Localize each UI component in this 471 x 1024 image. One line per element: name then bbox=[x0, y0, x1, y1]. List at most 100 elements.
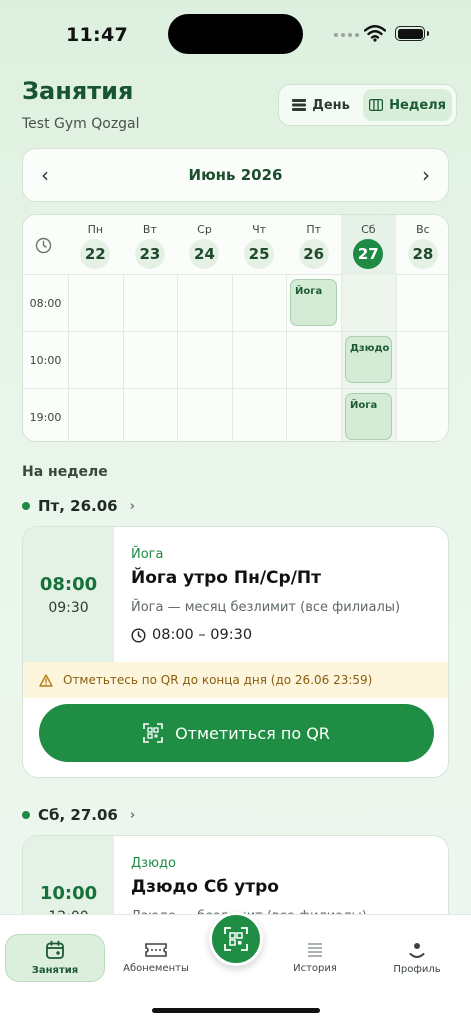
list-view-icon bbox=[292, 99, 307, 111]
day-number: 23 bbox=[134, 239, 165, 269]
day-column-wed[interactable]: Ср 24 bbox=[177, 215, 232, 275]
day-name: Ср bbox=[197, 223, 212, 236]
page-title: Занятия bbox=[22, 77, 134, 105]
wifi-icon bbox=[364, 25, 386, 42]
qr-scan-icon bbox=[143, 723, 163, 743]
session-end-time: 09:30 bbox=[48, 599, 89, 616]
tab-history[interactable]: История bbox=[276, 934, 354, 982]
clock-icon bbox=[35, 237, 52, 254]
view-toggle: День Неделя bbox=[278, 84, 457, 126]
day-group-header[interactable]: Пт, 26.06 › bbox=[22, 497, 135, 515]
week-view-label: Неделя bbox=[389, 97, 447, 113]
chevron-right-icon[interactable]: › bbox=[422, 165, 430, 185]
day-column-tue[interactable]: Вт 23 bbox=[123, 215, 178, 275]
ticket-icon bbox=[145, 943, 167, 957]
day-name: Сб bbox=[361, 223, 376, 236]
tab-label: Занятия bbox=[31, 965, 79, 976]
day-column-sat[interactable]: Сб 27 bbox=[341, 215, 396, 275]
tab-memberships[interactable]: Абонементы bbox=[112, 934, 200, 982]
session-time-block: 08:00 09:30 bbox=[23, 527, 114, 662]
session-start-time: 08:00 bbox=[39, 573, 98, 595]
gym-name: Test Gym Qozgal bbox=[22, 116, 140, 132]
week-grid: Пн 22 Вт 23 Ср 24 Чт 25 Пт 26 Сб 27 Вс 28 08:00… bbox=[22, 214, 449, 442]
qr-checkin-label: Отметиться по QR bbox=[175, 723, 330, 743]
grid-divider bbox=[286, 275, 288, 441]
session-category: Дзюдо bbox=[131, 856, 176, 871]
grid-divider bbox=[395, 275, 397, 441]
day-name: Пт bbox=[306, 223, 322, 236]
day-number: 22 bbox=[80, 239, 111, 269]
day-group-label: Сб, 27.06 bbox=[38, 806, 118, 824]
day-number: 25 bbox=[244, 239, 275, 269]
battery-icon bbox=[395, 26, 429, 41]
clock-icon bbox=[131, 627, 146, 643]
week-view-button[interactable]: Неделя bbox=[363, 89, 452, 121]
day-number-today: 27 bbox=[353, 239, 384, 269]
day-column-sun[interactable]: Вс 28 bbox=[396, 215, 448, 275]
time-row: 08:00 bbox=[23, 275, 448, 332]
calendar-event-judo[interactable]: Дзюдо bbox=[345, 336, 392, 383]
grid-divider bbox=[177, 275, 179, 441]
day-group-header[interactable]: Сб, 27.06 › bbox=[22, 806, 135, 824]
section-title: На неделе bbox=[22, 464, 108, 480]
day-name: Пн bbox=[87, 223, 104, 236]
chevron-left-icon[interactable]: ‹ bbox=[41, 165, 49, 185]
day-number: 28 bbox=[407, 239, 438, 269]
cellular-signal-icon bbox=[334, 33, 359, 37]
calendar-event-yoga[interactable]: Йога bbox=[345, 393, 392, 440]
warning-icon bbox=[39, 673, 53, 687]
day-view-button[interactable]: День bbox=[283, 89, 359, 121]
row-time-label: 10:00 bbox=[29, 353, 62, 367]
session-time-range-text: 08:00 – 09:30 bbox=[152, 627, 253, 643]
day-group-label: Пт, 26.06 bbox=[38, 497, 118, 515]
grid-divider bbox=[122, 275, 124, 441]
day-name: Чт bbox=[252, 223, 267, 236]
day-name: Вс bbox=[416, 223, 430, 236]
qr-warning-text: Отметьтесь по QR до конца дня (до 26.06 … bbox=[63, 673, 373, 687]
day-number: 24 bbox=[189, 239, 220, 269]
grid-divider bbox=[68, 275, 69, 441]
month-navigator: ‹ Июнь 2026 › bbox=[22, 148, 449, 202]
row-time-label: 19:00 bbox=[29, 410, 62, 424]
session-time-range: 08:00 – 09:30 bbox=[131, 627, 438, 643]
home-indicator bbox=[152, 1008, 320, 1013]
week-grid-header: Пн 22 Вт 23 Ср 24 Чт 25 Пт 26 Сб 27 Вс 28 bbox=[23, 215, 448, 275]
qr-checkin-button[interactable]: Отметиться по QR bbox=[39, 704, 434, 762]
tab-classes[interactable]: Занятия bbox=[5, 934, 105, 982]
dot-icon bbox=[22, 811, 30, 819]
calendar-icon bbox=[46, 940, 64, 959]
grid-divider bbox=[231, 275, 233, 441]
day-number: 26 bbox=[298, 239, 329, 269]
chevron-right-icon: › bbox=[129, 807, 136, 823]
session-title: Йога утро Пн/Ср/Пт bbox=[131, 568, 321, 588]
day-column-mon[interactable]: Пн 22 bbox=[68, 215, 123, 275]
status-time: 11:47 bbox=[66, 24, 128, 46]
columns-view-icon bbox=[369, 99, 384, 111]
tab-profile[interactable]: Профиль bbox=[378, 934, 456, 982]
day-column-thu[interactable]: Чт 25 bbox=[232, 215, 287, 275]
tab-label: Профиль bbox=[393, 964, 441, 975]
list-icon bbox=[308, 943, 322, 957]
row-time-label: 08:00 bbox=[29, 296, 62, 310]
chevron-right-icon: › bbox=[129, 498, 135, 514]
qr-warning-banner: Отметьтесь по QR до конца дня (до 26.06 … bbox=[23, 662, 448, 698]
session-start-time: 10:00 bbox=[39, 882, 98, 904]
calendar-event-yoga[interactable]: Йога bbox=[290, 279, 337, 326]
grid-divider bbox=[341, 275, 342, 441]
qr-scan-icon bbox=[224, 927, 248, 951]
person-icon bbox=[409, 943, 425, 958]
day-view-label: День bbox=[312, 97, 350, 113]
qr-scan-fab[interactable] bbox=[209, 912, 263, 966]
session-card[interactable]: 08:00 09:30 Йога Йога утро Пн/Ср/Пт Йога… bbox=[22, 526, 449, 778]
session-category: Йога bbox=[131, 547, 164, 562]
session-plan: Йога — месяц безлимит (все филиалы) bbox=[131, 600, 401, 615]
session-info: Йога Йога утро Пн/Ср/Пт Йога — месяц без… bbox=[131, 547, 438, 643]
day-name: Вт bbox=[142, 223, 157, 236]
tab-label: Абонементы bbox=[123, 963, 189, 974]
session-title: Дзюдо Сб утро bbox=[131, 877, 279, 897]
dot-icon bbox=[22, 502, 30, 510]
dynamic-island bbox=[168, 14, 303, 54]
tab-label: История bbox=[293, 963, 337, 974]
day-column-fri[interactable]: Пт 26 bbox=[286, 215, 341, 275]
month-label: Июнь 2026 bbox=[188, 166, 283, 184]
